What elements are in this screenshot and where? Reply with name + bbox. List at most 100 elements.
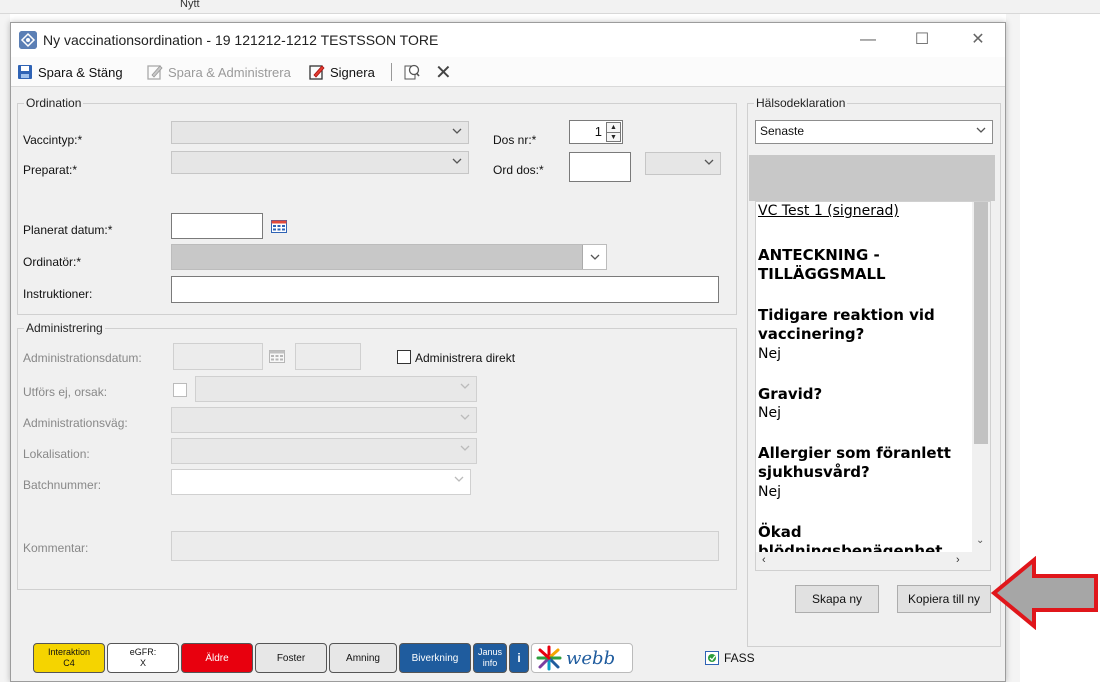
- interaktion-label: Interaktion: [47, 647, 91, 657]
- ordinator-dropdown-button[interactable]: [582, 245, 606, 269]
- halsodeklaration-header-bar: [749, 155, 995, 201]
- question-3: Allergier som föranlett sjukhusvård?: [758, 444, 951, 481]
- planerat-datum-input[interactable]: [171, 213, 263, 239]
- spin-up-icon[interactable]: ▲: [607, 123, 620, 133]
- batchnummer-label: Batchnummer:: [23, 478, 102, 492]
- vaccintyp-label: Vaccintyp:*: [23, 133, 83, 147]
- fass-link[interactable]: FASS: [705, 651, 755, 665]
- maximize-icon[interactable]: ☐: [899, 27, 945, 53]
- instruktioner-input[interactable]: [171, 276, 719, 303]
- ordinator-label: Ordinatör:*: [23, 255, 82, 269]
- halsodeklaration-document[interactable]: VC Test 1 (signerad) ANTECKNING - TILLÄG…: [755, 201, 991, 571]
- doc-heading: ANTECKNING - TILLÄGGSMALL: [758, 246, 886, 283]
- toolbar-separator: [391, 63, 392, 81]
- chevron-down-icon: [460, 442, 470, 457]
- answer-1: Nej: [758, 346, 781, 362]
- lokalisation-label: Lokalisation:: [23, 447, 90, 461]
- sign-button[interactable]: Signera: [309, 62, 375, 82]
- kommentar-label: Kommentar:: [23, 541, 89, 555]
- vertical-scrollbar[interactable]: ⌄: [972, 202, 990, 552]
- ord-dos-label: Ord dos:*: [493, 163, 544, 177]
- ord-dos-unit-select[interactable]: [645, 152, 721, 175]
- spin-buttons[interactable]: ▲ ▼: [606, 122, 621, 142]
- amning-tag[interactable]: Amning: [329, 643, 397, 673]
- janus-info-tag[interactable]: Janus info: [473, 643, 507, 673]
- adm-vag-select[interactable]: [171, 407, 477, 433]
- administrera-direkt-checkbox[interactable]: [397, 350, 411, 364]
- administrera-direkt-label: Administrera direkt: [415, 351, 516, 365]
- background-topbar: Nytt: [0, 0, 1100, 14]
- ord-dos-input[interactable]: [569, 152, 631, 182]
- egfr-sub: X: [139, 658, 146, 668]
- fass-icon: [705, 651, 719, 665]
- adm-time-input[interactable]: [295, 343, 361, 370]
- calendar-icon[interactable]: [269, 350, 285, 363]
- utfors-ej-label: Utförs ej, orsak:: [23, 385, 108, 399]
- scroll-right-icon[interactable]: ›: [956, 554, 960, 566]
- spin-down-icon[interactable]: ▼: [607, 133, 620, 143]
- scroll-left-icon[interactable]: ‹: [762, 554, 766, 566]
- interaction-check-icon[interactable]: [403, 62, 421, 82]
- close-icon[interactable]: ✕: [955, 27, 1001, 53]
- horizontal-scrollbar[interactable]: ‹ ›: [756, 552, 990, 570]
- halsodeklaration-select[interactable]: Senaste: [755, 120, 993, 144]
- dos-nr-label: Dos nr:*: [493, 133, 537, 147]
- halsodeklaration-selected: Senaste: [760, 124, 805, 138]
- sign-label: Signera: [330, 64, 375, 80]
- window-title: Ny vaccinationsordination - 19 121212-12…: [43, 32, 439, 48]
- save-icon: [17, 64, 33, 80]
- scroll-down-icon[interactable]: ⌄: [976, 535, 984, 546]
- cancel-icon[interactable]: ✕: [435, 62, 452, 84]
- adm-datum-input[interactable]: [173, 343, 263, 370]
- skapa-ny-button[interactable]: Skapa ny: [795, 585, 879, 613]
- question-2: Gravid?: [758, 385, 823, 403]
- webb-logo-icon: [536, 645, 562, 671]
- dos-nr-stepper[interactable]: 1 ▲ ▼: [569, 120, 623, 144]
- minimize-icon[interactable]: —: [845, 27, 891, 53]
- chevron-down-icon: [452, 155, 462, 170]
- kopiera-till-ny-button[interactable]: Kopiera till ny: [897, 585, 991, 613]
- scroll-thumb[interactable]: [974, 202, 988, 444]
- kommentar-input[interactable]: [171, 531, 719, 561]
- aldre-tag[interactable]: Äldre: [181, 643, 253, 673]
- chevron-down-icon: [460, 380, 470, 395]
- egfr-tag[interactable]: eGFR: X: [107, 643, 179, 673]
- instruktioner-label: Instruktioner:: [23, 287, 93, 301]
- chevron-down-icon: [452, 125, 462, 140]
- chevron-down-icon: [976, 124, 986, 139]
- batchnummer-select[interactable]: [171, 469, 471, 495]
- preparat-label: Preparat:*: [23, 163, 78, 177]
- biverkning-tag[interactable]: Biverkning: [399, 643, 471, 673]
- adm-vag-label: Administrationsväg:: [23, 416, 128, 430]
- answer-3: Nej: [758, 484, 781, 500]
- amning-label: Amning: [346, 652, 380, 664]
- ordination-legend: Ordination: [24, 96, 84, 110]
- vaccintyp-select[interactable]: [171, 121, 469, 144]
- app-icon: [19, 31, 37, 49]
- lokalisation-select[interactable]: [171, 438, 477, 464]
- interaktion-tag[interactable]: Interaktion C4: [33, 643, 105, 673]
- save-admin-label: Spara & Administrera: [168, 64, 291, 80]
- save-admin-button[interactable]: Spara & Administrera: [147, 62, 291, 82]
- interaktion-sub: C4: [63, 658, 75, 668]
- question-4: Ökad: [758, 523, 802, 541]
- utfors-ej-checkbox[interactable]: [173, 383, 187, 397]
- planerat-datum-label: Planerat datum:*: [23, 223, 113, 237]
- preparat-select[interactable]: [171, 151, 469, 174]
- calendar-icon[interactable]: [271, 220, 287, 233]
- aldre-label: Äldre: [205, 652, 229, 664]
- egfr-label: eGFR:: [129, 647, 157, 657]
- utfors-ej-orsak-select[interactable]: [195, 376, 477, 402]
- info-tag[interactable]: i: [509, 643, 529, 673]
- janus-sub: info: [482, 658, 498, 668]
- background-tab-nytt[interactable]: Nytt: [180, 0, 200, 10]
- ordinator-select[interactable]: [171, 244, 607, 270]
- fass-label: FASS: [724, 651, 755, 665]
- sign-icon: [309, 64, 325, 80]
- chevron-down-icon: [460, 411, 470, 426]
- webb-label: webb: [566, 647, 616, 669]
- webb-tag[interactable]: webb: [531, 643, 633, 673]
- foster-tag[interactable]: Foster: [255, 643, 327, 673]
- save-close-button[interactable]: Spara & Stäng: [17, 62, 123, 82]
- background-left-strip: [0, 14, 10, 682]
